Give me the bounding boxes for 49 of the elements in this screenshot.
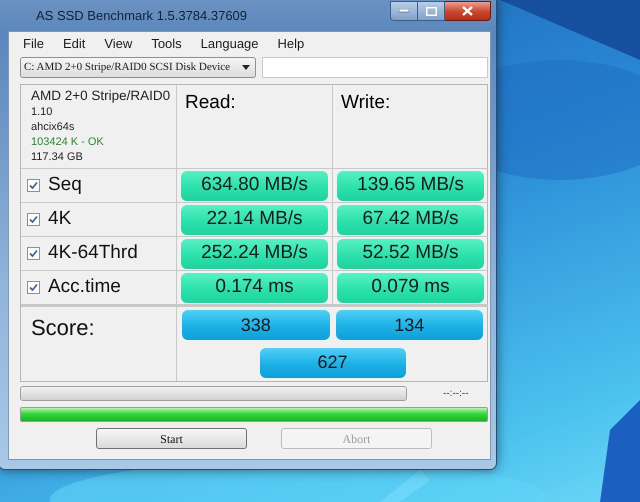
result-value: 634.80 MB/s: [181, 170, 328, 200]
result-value: 22.14 MB/s: [181, 204, 328, 234]
checkbox[interactable]: [27, 179, 40, 192]
menu-item[interactable]: Help: [278, 34, 304, 54]
menu-item[interactable]: Edit: [62, 34, 86, 54]
check-icon: [29, 181, 38, 190]
test-label: Acc.time: [48, 275, 121, 300]
checkbox[interactable]: [27, 247, 40, 260]
start-button[interactable]: Start: [96, 428, 247, 449]
driver-text: ahcix64s: [31, 120, 76, 135]
menu-item[interactable]: Language: [200, 34, 259, 54]
time-text: --:--:--: [443, 387, 469, 401]
device-name: AMD 2+0 Stripe/RAID0: [31, 87, 172, 105]
test-label: 4K-64Thrd: [48, 241, 138, 266]
maximize-button[interactable]: [418, 1, 445, 21]
text-field[interactable]: [262, 57, 488, 78]
close-button[interactable]: [445, 1, 491, 21]
firmware-text: 1.10: [31, 105, 54, 120]
menu-item[interactable]: File: [23, 34, 44, 54]
menu-item[interactable]: Tools: [151, 34, 182, 54]
minimize-icon: [399, 9, 409, 13]
score-value: 134: [336, 310, 483, 340]
score-value: 627: [260, 348, 406, 378]
dropdown-arrow-icon: [242, 65, 250, 70]
result-value: 0.174 ms: [181, 272, 328, 302]
read-header: Read:: [185, 92, 236, 113]
write-header: Write:: [341, 92, 390, 113]
close-icon: [462, 6, 473, 16]
result-value: 52.52 MB/s: [337, 238, 484, 268]
test-label: 4K: [48, 207, 72, 232]
window-title: AS SSD Benchmark 1.5.3784.37609: [35, 7, 248, 25]
maximize-icon: [426, 6, 436, 16]
alignment-text: 103424 K - OK: [31, 135, 105, 150]
result-value: 252.24 MB/s: [181, 238, 328, 268]
score-label: Score:: [31, 315, 95, 340]
menu-item[interactable]: View: [104, 34, 132, 54]
checkbox[interactable]: [27, 213, 40, 226]
check-icon: [29, 215, 38, 224]
size-text: 117.34 GB: [31, 150, 84, 165]
result-value: 139.65 MB/s: [337, 170, 484, 200]
checkbox[interactable]: [27, 281, 40, 294]
minimize-button[interactable]: [390, 1, 418, 21]
result-value: 67.42 MB/s: [337, 204, 484, 234]
check-icon: [29, 283, 38, 292]
score-value: 338: [182, 310, 330, 340]
drive-dropdown[interactable]: C: AMD 2+0 Stripe/RAID0 SCSI Disk Device: [20, 57, 256, 78]
result-value: 0.079 ms: [337, 272, 484, 302]
test-label: Seq: [48, 173, 82, 198]
check-icon: [29, 249, 38, 258]
